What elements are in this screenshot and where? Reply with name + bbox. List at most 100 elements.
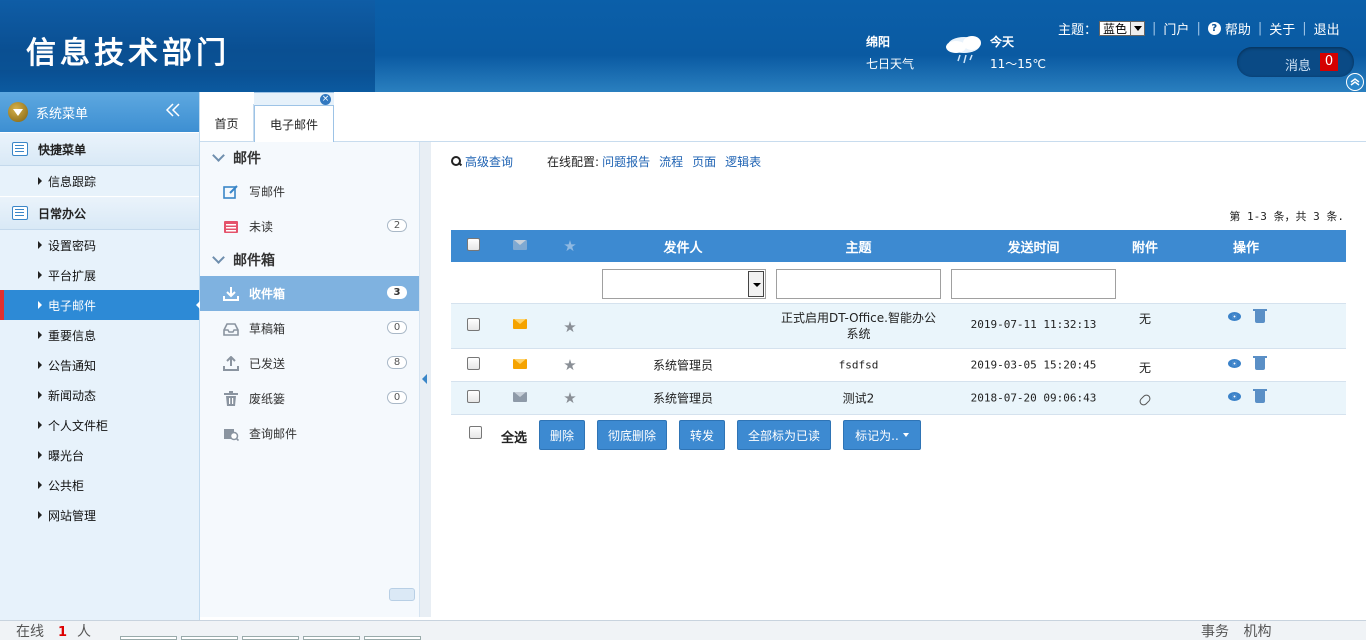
taskbar-slot[interactable] xyxy=(120,636,177,640)
sidebar-item-news[interactable]: 新闻动态 xyxy=(0,380,199,410)
taskbar-slot[interactable] xyxy=(181,636,238,640)
caret-right-icon xyxy=(38,177,42,185)
logout-link[interactable]: 退出 xyxy=(1314,19,1340,38)
tab-email[interactable]: × 电子邮件 xyxy=(254,92,334,143)
mail-nav-label: 未读 xyxy=(249,220,274,234)
delete-button[interactable]: 删除 xyxy=(539,420,585,450)
sidebar-item-important-info[interactable]: 重要信息 xyxy=(0,320,199,350)
table-header: ★ 发件人 主题 发送时间 附件 操作 xyxy=(451,230,1346,262)
sidebar-item-platform-extension[interactable]: 平台扩展 xyxy=(0,260,199,290)
compose-mail[interactable]: 写邮件 xyxy=(200,174,419,209)
sidebar-item-public-cabinet[interactable]: 公共柜 xyxy=(0,470,199,500)
close-icon[interactable]: × xyxy=(320,94,331,105)
sidebar-item-announcements[interactable]: 公告通知 xyxy=(0,350,199,380)
caret-down-icon xyxy=(902,433,909,437)
trash-icon[interactable] xyxy=(1252,388,1267,403)
portal-link[interactable]: 门户 xyxy=(1163,19,1189,38)
mailbox-section-header[interactable]: 邮件箱 xyxy=(200,244,419,276)
caret-left-icon[interactable] xyxy=(422,374,427,384)
star-icon[interactable]: ★ xyxy=(556,356,584,374)
caret-right-icon xyxy=(38,421,42,429)
sidebar-item-personal-files[interactable]: 个人文件柜 xyxy=(0,410,199,440)
row-subject[interactable]: 测试2 xyxy=(776,390,941,407)
affairs-link[interactable]: 事务 xyxy=(1201,624,1229,640)
sidebar-item-set-password[interactable]: 设置密码 xyxy=(0,230,199,260)
star-icon[interactable]: ★ xyxy=(556,389,584,407)
eye-icon[interactable] xyxy=(1227,359,1241,368)
paperclip-icon[interactable] xyxy=(1117,392,1173,408)
row-checkbox[interactable] xyxy=(459,390,487,406)
row-ops xyxy=(1186,355,1306,371)
unread-icon xyxy=(223,219,239,235)
sidebar-item-label: 个人文件柜 xyxy=(48,418,109,433)
eye-icon[interactable] xyxy=(1227,392,1241,401)
select-all-checkbox[interactable] xyxy=(469,426,482,439)
collapse-header-button[interactable] xyxy=(1346,73,1364,91)
collapse-sidebar-icon[interactable] xyxy=(165,102,181,123)
advanced-search-link[interactable]: 高级查询 xyxy=(465,153,513,170)
panel-splitter[interactable] xyxy=(420,142,431,617)
taskbar-slot[interactable] xyxy=(242,636,299,640)
search-mail[interactable]: 查询邮件 xyxy=(200,416,419,451)
weather-week-link[interactable]: 七日天气 xyxy=(866,55,914,72)
purge-button[interactable]: 彻底删除 xyxy=(597,420,667,450)
caret-right-icon xyxy=(38,391,42,399)
table-row[interactable]: ★ 系统管理员 fsdfsd 2019-03-05 15:20:45 无 xyxy=(451,349,1346,382)
row-checkbox[interactable] xyxy=(459,357,487,373)
theme-select[interactable]: 蓝色 xyxy=(1099,21,1146,36)
star-icon[interactable]: ★ xyxy=(556,318,584,336)
sidebar-item-email[interactable]: 电子邮件 xyxy=(0,290,200,320)
select-all-label[interactable]: 全选 xyxy=(501,427,527,446)
help-link[interactable]: 帮助 xyxy=(1225,19,1251,38)
help-icon[interactable]: ? xyxy=(1207,22,1221,35)
sidebar-group-shortcuts[interactable]: 快捷菜单 xyxy=(0,132,199,166)
column-header-from[interactable]: 发件人 xyxy=(603,237,763,256)
subject-filter-input[interactable] xyxy=(776,269,941,299)
menu-toggle-icon[interactable] xyxy=(8,102,28,122)
mail-nav-scroll-handle[interactable] xyxy=(389,588,415,601)
mark-all-read-button[interactable]: 全部标为已读 xyxy=(737,420,831,450)
mark-as-dropdown[interactable]: 标记为.. xyxy=(843,420,921,450)
caret-right-icon xyxy=(38,241,42,249)
sender-filter-select[interactable] xyxy=(602,269,766,299)
eye-icon[interactable] xyxy=(1227,312,1241,321)
inbox[interactable]: 收件箱 3 xyxy=(200,276,419,311)
column-header-time[interactable]: 发送时间 xyxy=(951,237,1116,256)
taskbar-slot[interactable] xyxy=(364,636,421,640)
config-link-issue-report[interactable]: 问题报告 xyxy=(602,153,650,170)
trash[interactable]: 废纸篓 0 xyxy=(200,381,419,416)
trash-icon[interactable] xyxy=(1252,308,1267,323)
drafts[interactable]: 草稿箱 0 xyxy=(200,311,419,346)
online-users[interactable]: 在线 1 人 xyxy=(16,621,91,640)
table-row[interactable]: ★ 正式启用DT-Office.智能办公系统 2019-07-11 11:32:… xyxy=(451,304,1346,349)
sidebar-item-site-admin[interactable]: 网站管理 xyxy=(0,500,199,530)
config-link-logic-table[interactable]: 逻辑表 xyxy=(725,153,761,170)
sent[interactable]: 已发送 8 xyxy=(200,346,419,381)
sidebar-item-exposure[interactable]: 曝光台 xyxy=(0,440,199,470)
sidebar-group-daily-office[interactable]: 日常办公 xyxy=(0,196,199,230)
row-subject[interactable]: 正式启用DT-Office.智能办公系统 xyxy=(776,310,941,342)
row-attachment: 无 xyxy=(1138,361,1151,375)
config-link-page[interactable]: 页面 xyxy=(692,153,716,170)
forward-button[interactable]: 转发 xyxy=(679,420,725,450)
row-subject[interactable]: fsdfsd xyxy=(776,359,941,372)
taskbar-slot[interactable] xyxy=(303,636,360,640)
config-link-workflow[interactable]: 流程 xyxy=(659,153,683,170)
message-button[interactable]: 消息 0 xyxy=(1237,47,1354,77)
unread-mail[interactable]: 未读 2 xyxy=(200,209,419,244)
sidebar-header: 系统菜单 xyxy=(0,92,199,132)
section-label: 邮件箱 xyxy=(233,253,275,269)
sidebar-item-info-tracking[interactable]: 信息跟踪 xyxy=(0,166,199,196)
table-row[interactable]: ★ 系统管理员 测试2 2018-07-20 09:06:43 xyxy=(451,382,1346,415)
compose-icon xyxy=(223,184,239,200)
time-filter-input[interactable] xyxy=(951,269,1116,299)
column-header-subject[interactable]: 主题 xyxy=(776,237,941,256)
about-link[interactable]: 关于 xyxy=(1269,19,1295,38)
select-all-header-checkbox[interactable] xyxy=(459,237,487,255)
row-checkbox[interactable] xyxy=(459,318,487,334)
trash-icon[interactable] xyxy=(1252,355,1267,370)
mail-section-header[interactable]: 邮件 xyxy=(200,142,419,174)
org-link[interactable]: 机构 xyxy=(1243,624,1271,640)
row-from: 系统管理员 xyxy=(652,391,713,406)
tab-home[interactable]: 首页 xyxy=(200,104,254,142)
